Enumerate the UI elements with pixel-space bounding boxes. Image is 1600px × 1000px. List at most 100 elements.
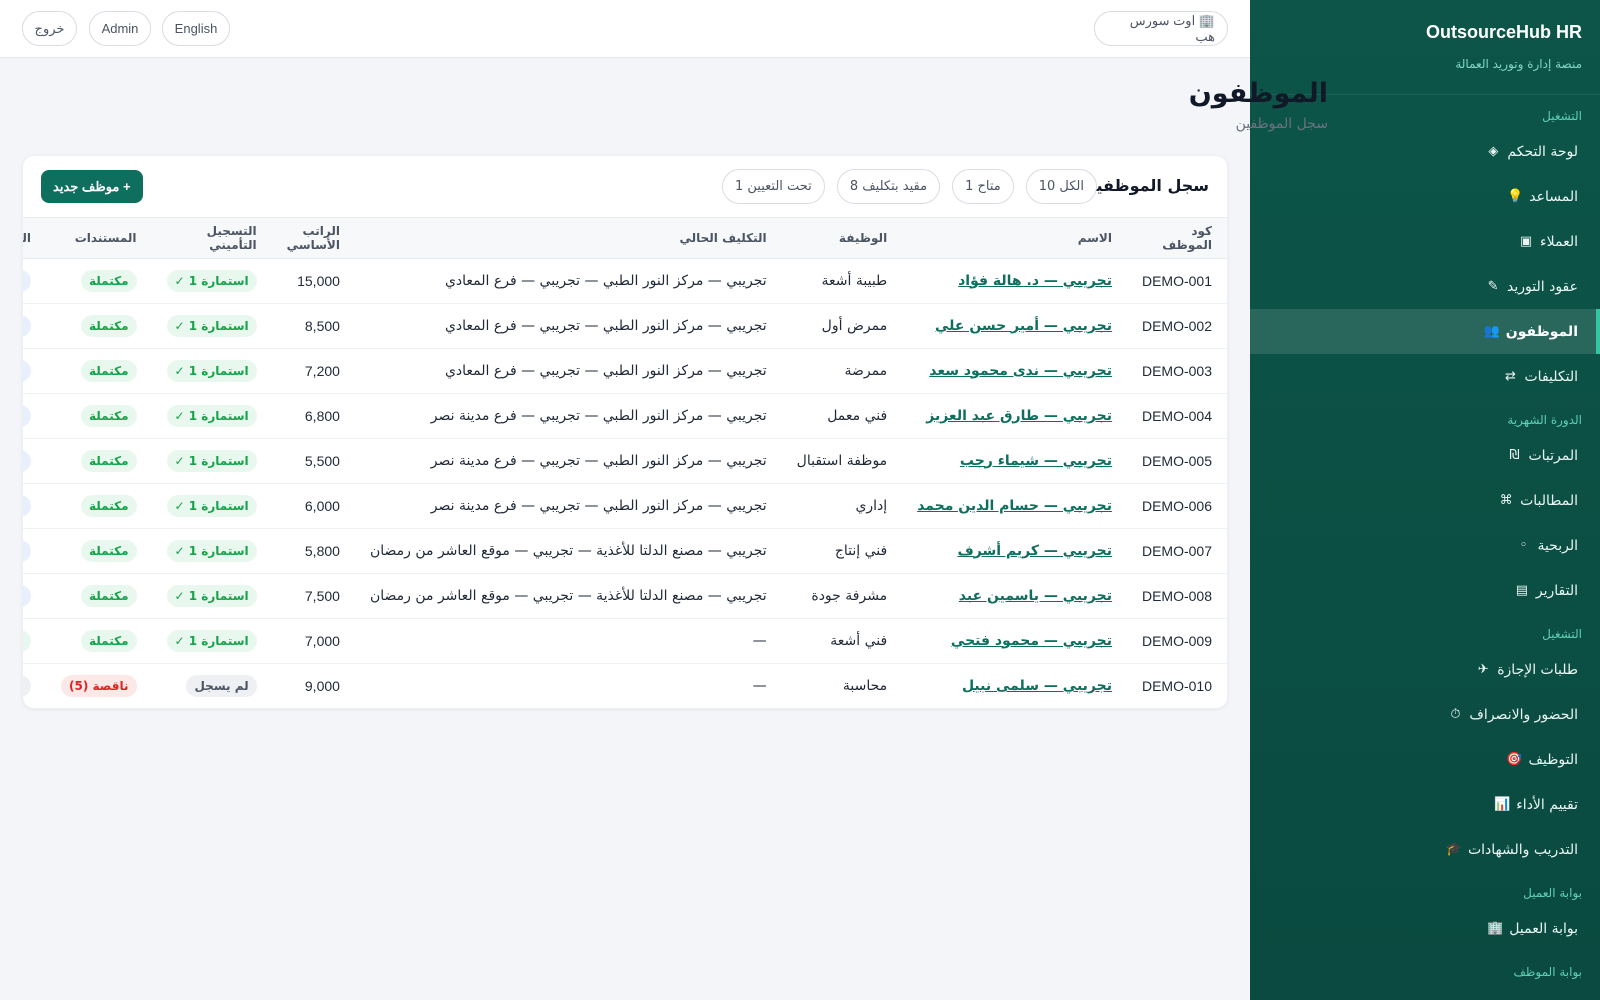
documents-badge-cell: مكتملة: [46, 258, 152, 304]
current-assignment: —: [752, 677, 767, 694]
filter-chip[interactable]: متاح 1: [952, 169, 1014, 204]
sidebar-item-label: المرتبات: [1528, 447, 1578, 464]
sidebar-item[interactable]: الحضور والانصراف ⏱: [1250, 692, 1600, 737]
nav-icon: ✈: [1477, 662, 1489, 677]
employee-name-link[interactable]: تجريبي — أمير حسن علي: [935, 318, 1112, 334]
sidebar-item-label: طلبات الإجازة: [1497, 661, 1578, 678]
table-body: DEMO-001 تجريبي — د. هالة فؤاد طبيبة أشعة ت…: [23, 258, 1227, 708]
insurance-badge-cell: استمارة 1 ✓: [151, 618, 272, 664]
employee-name-link[interactable]: تجريبي — محمود فتحي: [951, 633, 1112, 649]
table-row[interactable]: DEMO-004 تجريبي — طارق عبد العزيز فني معمل…: [23, 393, 1227, 439]
employee-name-link[interactable]: تجريبي — شيماء رجب: [960, 453, 1112, 469]
table-row[interactable]: DEMO-005 تجريبي — شيماء رجب موظفة استقبال ت…: [23, 438, 1227, 484]
status-badge-cell: متاح: [23, 618, 47, 664]
column-header[interactable]: المستندات: [46, 218, 152, 259]
table-row[interactable]: DEMO-002 تجريبي — أمير حسن علي ممرض أول تجر…: [23, 303, 1227, 349]
job-title: طبيبة أشعة: [781, 258, 903, 304]
column-header[interactable]: الاسم: [902, 218, 1127, 259]
sidebar-item[interactable]: التقارير ▤: [1250, 568, 1600, 613]
status-badge: مقيد بتكليف: [23, 359, 32, 382]
employee-name-link[interactable]: تجريبي — ندى محمود سعد: [929, 363, 1112, 379]
sidebar-item[interactable]: التكليفات ⇄: [1250, 354, 1600, 399]
sidebar-item-label: عقود التوريد: [1507, 278, 1578, 295]
sidebar-item[interactable]: المطالبات ⌘: [1250, 478, 1600, 523]
documents-badge: مكتملة: [80, 404, 137, 427]
employee-name-link[interactable]: تجريبي — ياسمين عبد: [959, 588, 1112, 604]
column-header[interactable]: التسجيل التأميني: [151, 218, 272, 259]
sidebar-item[interactable]: الربحية ◦: [1250, 523, 1600, 568]
job-title: فني معمل: [781, 393, 903, 439]
documents-badge: مكتملة: [80, 314, 137, 337]
table-row[interactable]: DEMO-007 تجريبي — كريم أشرف فني إنتاج تجريب…: [23, 528, 1227, 574]
sidebar-item[interactable]: التوظيف 🎯: [1250, 737, 1600, 782]
sidebar-item[interactable]: طلبات الإجازة ✈: [1250, 647, 1600, 692]
table-row[interactable]: DEMO-003 تجريبي — ندى محمود سعد ممرضة تجريب…: [23, 348, 1227, 394]
table-row[interactable]: DEMO-006 تجريبي — حسام الدين محمد إداري تجر…: [23, 483, 1227, 529]
employee-code: DEMO-004: [1126, 393, 1227, 439]
documents-badge-cell: مكتملة: [46, 573, 152, 619]
nav-icon: ▣: [1519, 234, 1533, 249]
logout-button[interactable]: خروج: [22, 11, 77, 46]
sidebar-item[interactable]: المرتبات ₪: [1250, 433, 1600, 478]
employee-code: DEMO-008: [1126, 573, 1227, 619]
status-badge: متاح: [23, 629, 32, 652]
sidebar-item[interactable]: لوحة التحكم ◈: [1250, 129, 1600, 174]
employee-name-cell: تجريبي — محمود فتحي: [902, 618, 1127, 664]
insurance-badge: استمارة 1 ✓: [166, 314, 257, 337]
employee-name-link[interactable]: تجريبي — حسام الدين محمد: [917, 498, 1112, 514]
insurance-badge: استمارة 1 ✓: [166, 494, 257, 517]
employee-name-cell: تجريبي — شيماء رجب: [902, 438, 1127, 484]
sidebar-item-label: المطالبات: [1520, 492, 1578, 509]
nav-section-heading: التشغيل: [1542, 627, 1582, 641]
insurance-badge-cell: استمارة 1 ✓: [151, 573, 272, 619]
documents-badge-cell: مكتملة: [46, 303, 152, 349]
filter-chip[interactable]: تحت التعيين 1: [721, 169, 825, 204]
filter-chip[interactable]: الكل 10: [1025, 169, 1097, 204]
current-assignment: تجريبي — مصنع الدلتا للأغذية — تجريبي — …: [354, 573, 782, 619]
org-switcher-button[interactable]: 🏢 اوت سورس هب: [1094, 11, 1228, 46]
card-header: سجل الموظفين الكل 10 متاح 1 مقيد بتكليف 8 ت…: [23, 156, 1227, 218]
documents-badge: مكتملة: [80, 539, 137, 562]
sidebar-item[interactable]: المساعد 💡: [1250, 174, 1600, 219]
status-badge-cell: مقيد بتكليف: [23, 348, 47, 394]
current-assignment: تجريبي — مركز النور الطبي — تجريبي — فرع…: [354, 303, 782, 349]
filter-chip[interactable]: مقيد بتكليف 8: [836, 169, 941, 204]
insurance-badge: استمارة 1 ✓: [166, 629, 257, 652]
sidebar-item[interactable]: تقييم الأداء 📊: [1250, 782, 1600, 827]
insurance-badge-cell: استمارة 1 ✓: [151, 258, 272, 304]
documents-badge: مكتملة: [80, 494, 137, 517]
table-row[interactable]: DEMO-009 تجريبي — محمود فتحي فني أشعة —7,00…: [23, 618, 1227, 664]
employee-name-link[interactable]: تجريبي — كريم أشرف: [958, 543, 1112, 559]
employee-name-cell: تجريبي — د. هالة فؤاد: [902, 258, 1127, 304]
sidebar-item[interactable]: عقود التوريد ✎: [1250, 264, 1600, 309]
sidebar-item[interactable]: التدريب والشهادات 🎓: [1250, 827, 1600, 872]
column-header[interactable]: التكليف الحالي: [354, 218, 782, 259]
status-badge-cell: مقيد بتكليف: [23, 573, 47, 619]
base-salary: 7,200: [271, 348, 355, 394]
status-badge: مقيد بتكليف: [23, 449, 32, 472]
insurance-badge: استمارة 1 ✓: [166, 584, 257, 607]
employee-code: DEMO-001: [1126, 258, 1227, 304]
column-header[interactable]: الحالة: [23, 218, 47, 259]
column-header[interactable]: كود الموظف: [1126, 218, 1227, 259]
current-assignment: تجريبي — مصنع الدلتا للأغذية — تجريبي — …: [354, 528, 782, 574]
table-row[interactable]: DEMO-001 تجريبي — د. هالة فؤاد طبيبة أشعة ت…: [23, 258, 1227, 304]
user-menu-button[interactable]: Admin: [89, 11, 151, 46]
employee-name-link[interactable]: تجريبي — د. هالة فؤاد: [958, 273, 1112, 289]
sidebar-item[interactable]: بوابة العميل 🏢: [1250, 906, 1600, 951]
sidebar-item[interactable]: الموظفون 👥: [1250, 309, 1600, 354]
sidebar-item[interactable]: العملاء ▣: [1250, 219, 1600, 264]
insurance-badge: استمارة 1 ✓: [166, 269, 257, 292]
employee-name-link[interactable]: تجريبي — طارق عبد العزيز: [926, 408, 1112, 424]
table-row[interactable]: DEMO-010 تجريبي — سلمى نبيل محاسبة — 9,000 لم…: [23, 663, 1227, 708]
base-salary: 6,800: [271, 393, 355, 439]
nav-icon: ₪: [1509, 448, 1520, 463]
column-header[interactable]: الراتب الأساسي: [271, 218, 355, 259]
sidebar-item-label: التدريب والشهادات: [1467, 841, 1578, 858]
employee-name-link[interactable]: تجريبي — سلمى نبيل: [962, 678, 1112, 694]
nav-icon: 📊: [1494, 797, 1511, 812]
table-row[interactable]: DEMO-008 تجريبي — ياسمين عبد مشرفة جودة تجر…: [23, 573, 1227, 619]
column-header[interactable]: الوظيفة: [781, 218, 903, 259]
language-toggle-button[interactable]: English: [162, 11, 230, 46]
new-employee-button[interactable]: + موظف جديد: [41, 170, 143, 203]
